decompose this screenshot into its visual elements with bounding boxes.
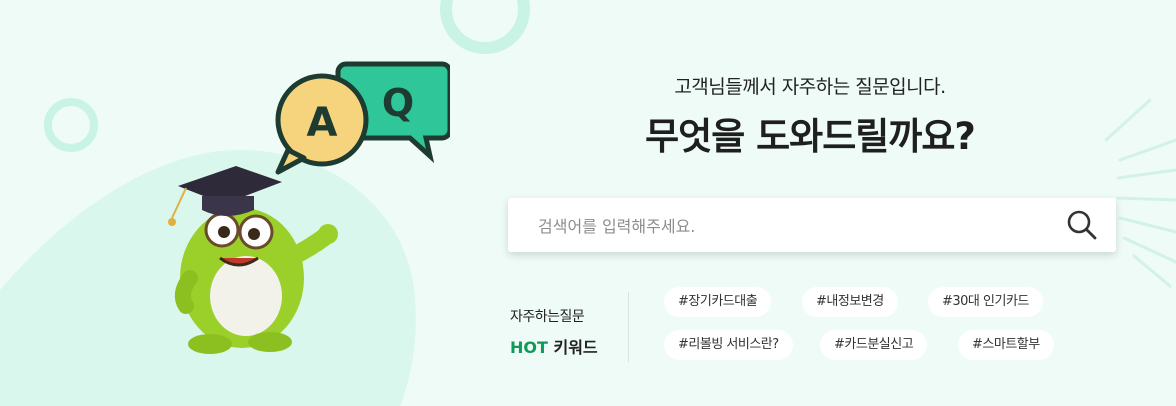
ring-decoration-top — [440, 0, 530, 54]
faq-label: 자주하는질문 — [510, 309, 585, 325]
keyword-chip[interactable]: #리볼빙 서비스란? — [664, 330, 793, 360]
keyword-chip[interactable]: #스마트할부 — [958, 330, 1054, 360]
keyword-chip[interactable]: #카드분실신고 — [820, 330, 928, 360]
svg-text:Q: Q — [382, 81, 414, 125]
mascot-body — [174, 208, 338, 354]
search-icon[interactable] — [1066, 209, 1098, 241]
hot-keyword-title: HOT 키워드 — [510, 334, 610, 358]
keyword-chip[interactable]: #장기카드대출 — [664, 287, 772, 317]
a-bubble: A — [275, 73, 369, 175]
keyword-chip[interactable]: #30대 인기카드 — [928, 287, 1043, 317]
search-input[interactable] — [536, 198, 1060, 254]
divider — [628, 292, 629, 362]
hot-text: HOT — [510, 338, 548, 357]
svg-text:A: A — [307, 100, 338, 146]
ring-decoration-left — [44, 98, 98, 152]
page-title: 무엇을 도와드릴까요? — [645, 115, 976, 158]
page-subtitle: 고객님들께서 자주하는 질문입니다. — [674, 76, 946, 98]
mascot-illustration: Q A — [168, 61, 450, 354]
hot-keyword-label: 자주하는질문 HOT 키워드 — [510, 306, 610, 358]
keyword-chip[interactable]: #내정보변경 — [802, 287, 898, 317]
search-box — [508, 198, 1116, 254]
keyword-text: 키워드 — [547, 338, 598, 357]
